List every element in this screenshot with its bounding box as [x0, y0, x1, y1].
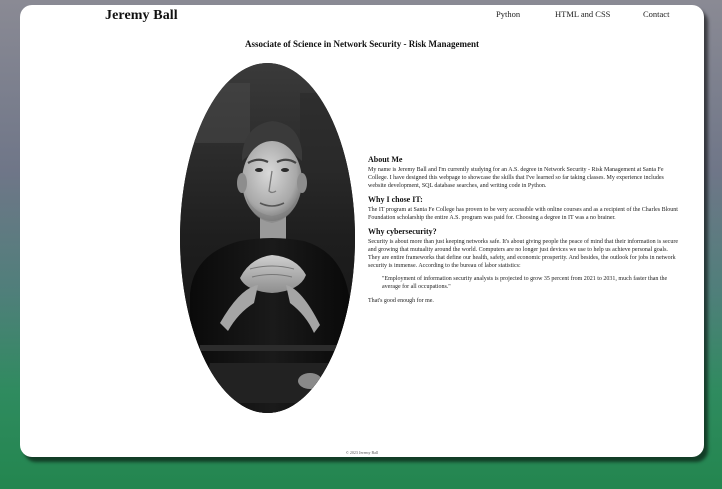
closing-text: That's good enough for me.: [368, 298, 434, 304]
why-it-text: The IT program at Santa Fe College has p…: [368, 207, 678, 221]
nav-link-python[interactable]: Python: [496, 9, 520, 19]
nav-link-contact[interactable]: Contact: [643, 9, 669, 19]
page-title: Associate of Science in Network Security…: [245, 39, 479, 49]
why-cybersecurity-heading: Why cybersecurity?: [368, 227, 437, 236]
content-section: About Me My name is Jeremy Ball and I'm …: [368, 155, 678, 310]
profile-photo: [180, 63, 355, 413]
why-cybersecurity-text: Security is about more than just keeping…: [368, 239, 678, 269]
why-it-heading: Why I chose IT:: [368, 195, 423, 204]
about-me-heading: About Me: [368, 155, 403, 164]
page-card: Jeremy Ball Python HTML and CSS Contact …: [20, 5, 704, 457]
site-name: Jeremy Ball: [105, 8, 178, 23]
nav-link-html-css[interactable]: HTML and CSS: [555, 9, 610, 19]
about-me-text: My name is Jeremy Ball and I'm currently…: [368, 167, 664, 189]
footer-copyright: © 2023 Jeremy Ball: [345, 450, 379, 455]
bls-quote: "Employment of information security anal…: [382, 276, 668, 290]
